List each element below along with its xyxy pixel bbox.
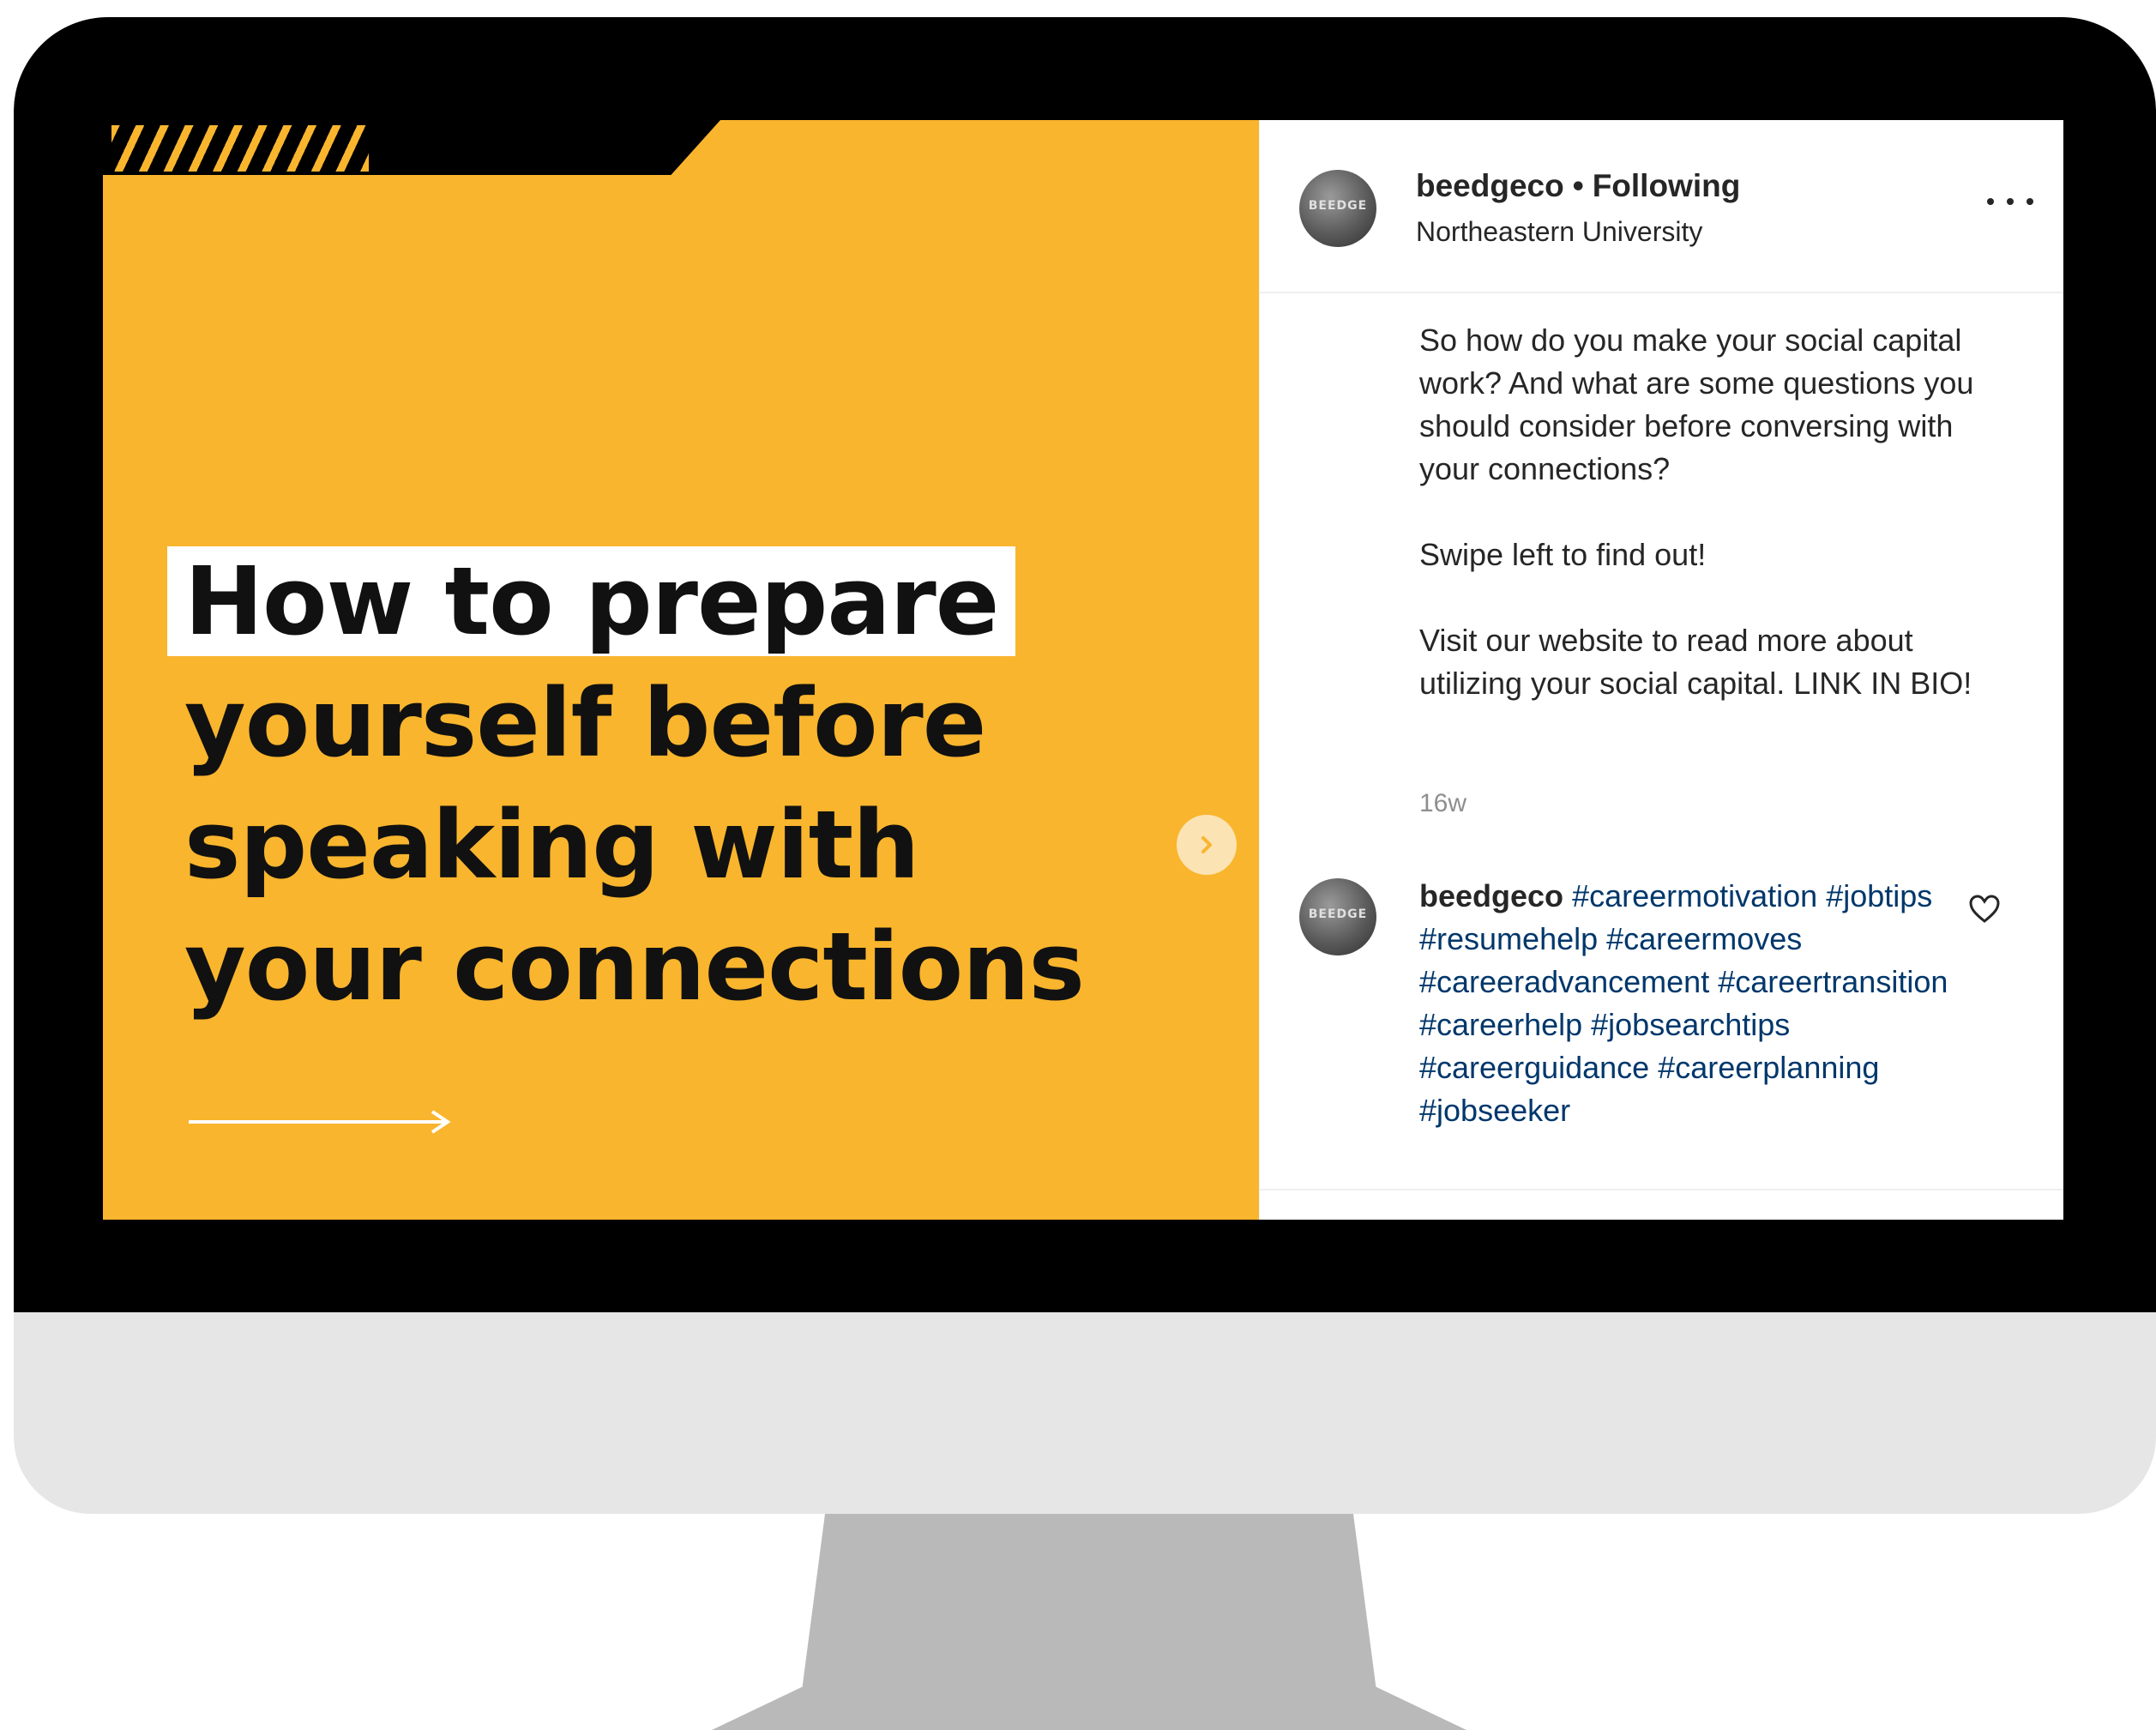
caption-paragraph: Visit our website to read more about uti… [1419, 623, 1972, 701]
following-button[interactable]: Following [1593, 168, 1741, 203]
more-options-icon[interactable] [1987, 189, 2033, 214]
hashtag-link[interactable]: #careeradvancement [1419, 964, 1709, 999]
divider [1260, 1189, 2063, 1191]
hashtag-link[interactable]: #resumehelp [1419, 921, 1598, 956]
header-user-line: beedgeco • Following [1416, 168, 1740, 204]
location-link[interactable]: Northeastern University [1416, 216, 1702, 248]
monitor-stand [712, 1514, 1466, 1730]
dot [2027, 198, 2033, 205]
monitor-chin [14, 1312, 2156, 1514]
decorative-band [103, 120, 720, 175]
monitor-screen: How to prepare yourself before speaking … [103, 120, 2063, 1220]
separator: • [1572, 168, 1584, 203]
post-timestamp[interactable]: 16w [1419, 789, 1466, 818]
hashtag-link[interactable]: #careermotivation [1572, 878, 1817, 913]
decorative-stripes [111, 125, 369, 172]
post-header: BEEDGE beedgeco • Following Northeastern U… [1260, 120, 2063, 293]
caption-paragraph: Swipe left to find out! [1419, 537, 1707, 572]
hashtag-link[interactable]: #jobsearchtips [1591, 1007, 1790, 1042]
post-caption: So how do you make your social capital w… [1419, 319, 2020, 748]
comment-username-link[interactable]: beedgeco [1419, 878, 1563, 913]
hashtag-link[interactable]: #careertransition [1718, 964, 1948, 999]
chevron-right-icon [1201, 836, 1212, 853]
dot [2007, 198, 2014, 205]
headline-line: How to prepare [167, 540, 1256, 662]
username-link[interactable]: beedgeco [1416, 168, 1564, 203]
hashtag-link[interactable]: #jobtips [1826, 878, 1932, 913]
comment: beedgeco #careermotivation #jobtips #res… [1419, 875, 1968, 1132]
caption-paragraph: So how do you make your social capital w… [1419, 322, 1974, 486]
hashtag-link[interactable]: #careerplanning [1658, 1050, 1879, 1085]
headline-line: yourself before [184, 668, 986, 778]
hashtag-link[interactable]: #jobseeker [1419, 1093, 1570, 1128]
headline-line: speaking with [184, 790, 919, 900]
page: How to prepare yourself before speaking … [0, 0, 2156, 1730]
post-side-panel: BEEDGE beedgeco • Following Northeastern U… [1259, 120, 2063, 1220]
post-image[interactable]: How to prepare yourself before speaking … [103, 120, 1259, 1220]
dot [1987, 198, 1994, 205]
avatar[interactable]: BEEDGE [1299, 170, 1376, 247]
hashtag-link[interactable]: #careerhelp [1419, 1007, 1582, 1042]
headline-line: your connections [184, 912, 1085, 1022]
hashtag-link[interactable]: #careermoves [1606, 921, 1802, 956]
heart-icon[interactable] [1967, 892, 2002, 926]
arrow-right-icon [189, 1110, 451, 1134]
next-slide-button[interactable] [1177, 815, 1237, 875]
post-headline: How to prepare yourself before speaking … [167, 540, 1256, 1028]
avatar[interactable]: BEEDGE [1299, 878, 1376, 955]
hashtag-link[interactable]: #careerguidance [1419, 1050, 1649, 1085]
